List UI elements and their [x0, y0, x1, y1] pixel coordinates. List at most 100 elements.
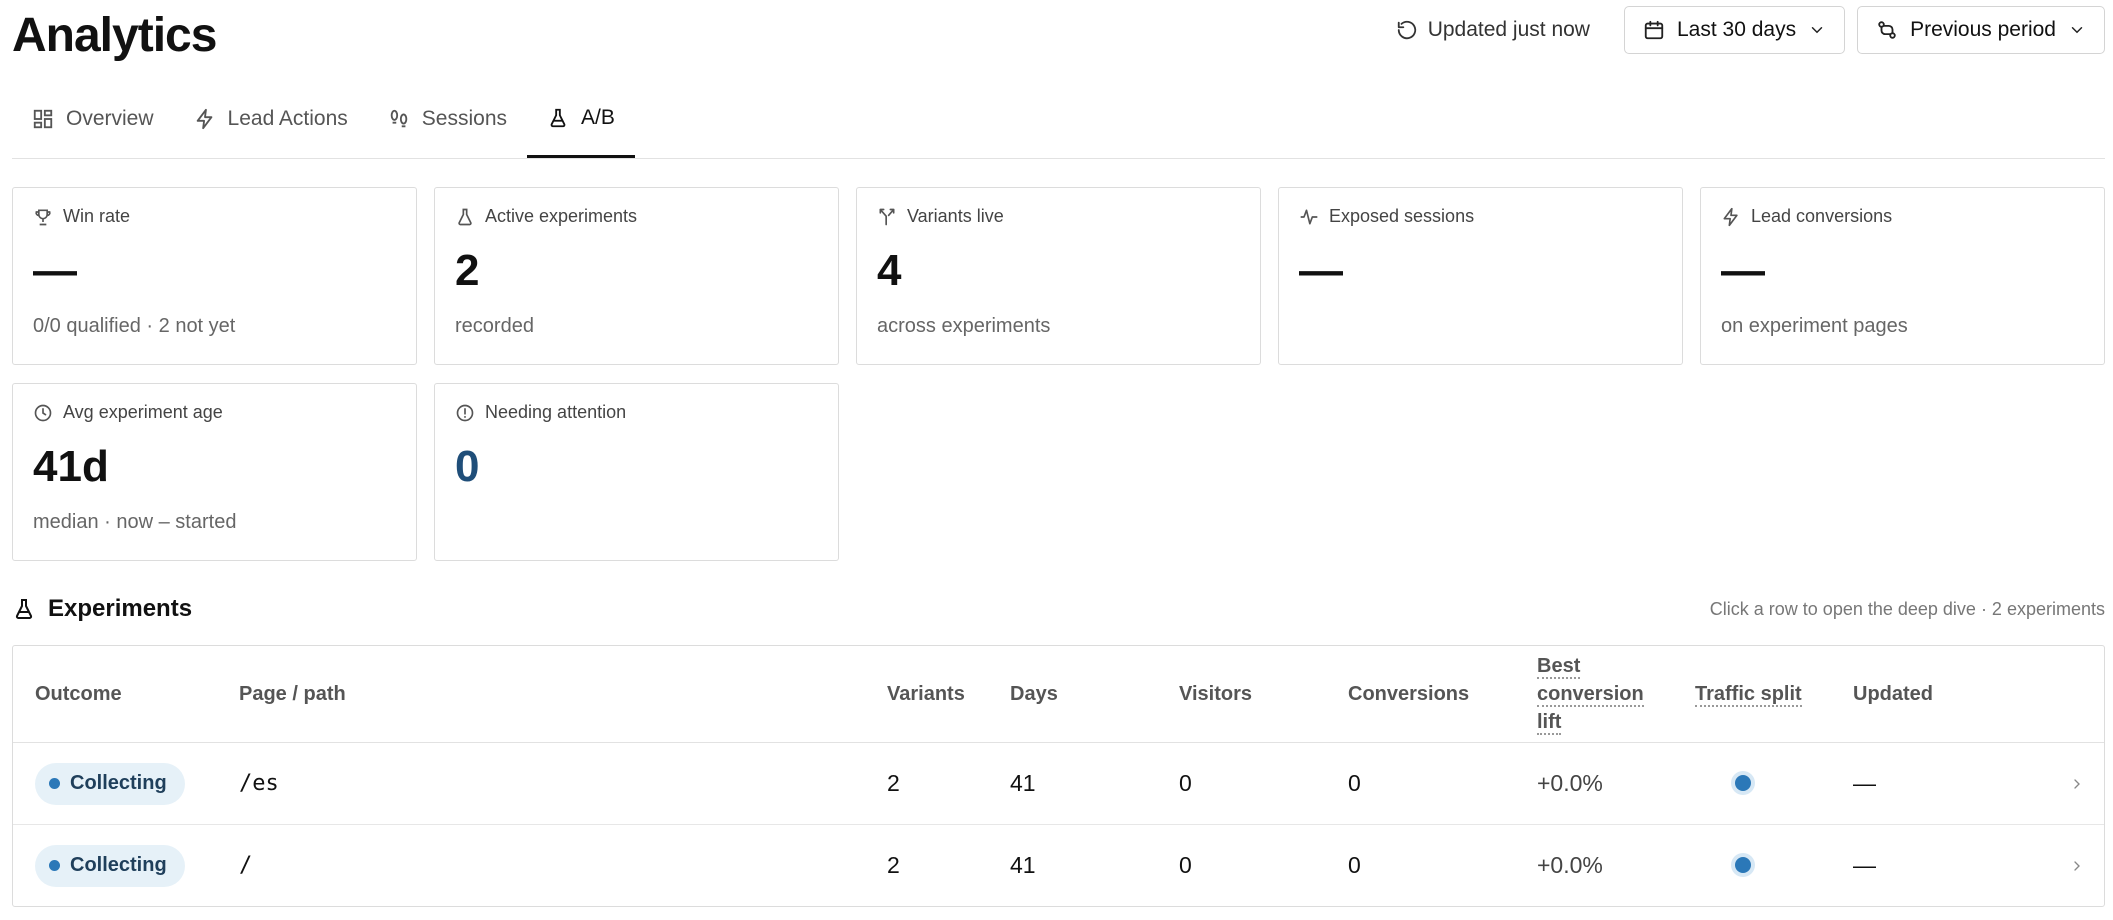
footprints-icon	[388, 108, 410, 130]
experiments-title: Experiments	[12, 595, 192, 623]
col-outcome[interactable]: Outcome	[13, 683, 217, 706]
activity-icon	[1299, 207, 1319, 227]
page-header: Analytics Updated just now Last 30 days	[12, 0, 2105, 80]
kpi-card-lead-conversions: Lead conversions — on experiment pages	[1700, 187, 2105, 365]
refresh-icon	[1396, 19, 1418, 41]
table-row[interactable]: Collecting / 2 41 0 0 +0.0% —	[13, 825, 2104, 906]
analytics-page: Analytics Updated just now Last 30 days	[12, 0, 2105, 907]
tab-ab[interactable]: A/B	[527, 80, 635, 158]
tab-label: Lead Actions	[227, 107, 348, 130]
kpi-label: Needing attention	[485, 402, 627, 422]
tab-label: Sessions	[421, 107, 508, 130]
col-traffic-split-label: Traffic split	[1695, 683, 1802, 707]
tab-label: A/B	[581, 105, 615, 129]
date-range-button[interactable]: Last 30 days	[1623, 6, 1846, 54]
grid-icon	[32, 108, 54, 130]
tab-label: Overview	[66, 107, 154, 130]
refresh-status[interactable]: Updated just now	[1396, 18, 1590, 42]
status-dot	[49, 778, 60, 789]
chevron-right-icon	[2050, 858, 2104, 874]
chevron-down-icon	[2068, 21, 2086, 39]
compare-period-label: Previous period	[1910, 18, 2056, 41]
traffic-split-dot	[1735, 857, 1751, 873]
tab-bar: Overview Lead Actions Sessions A/B	[12, 80, 2105, 159]
tab-overview[interactable]: Overview	[12, 80, 174, 158]
days-cell: 41	[1010, 852, 1036, 878]
header-controls: Updated just now Last 30 days Previous p…	[1396, 6, 2105, 54]
kpi-card-exposed-sessions: Exposed sessions —	[1278, 187, 1683, 365]
bolt-icon	[1721, 207, 1741, 227]
chevron-down-icon	[1808, 21, 1826, 39]
flask-icon	[12, 597, 36, 621]
traffic-split-cell	[1673, 852, 1831, 879]
kpi-sub: median · now – started	[33, 511, 237, 534]
tab-sessions[interactable]: Sessions	[368, 80, 527, 158]
updated-cell: —	[1853, 852, 1876, 878]
kpi-card-avg-experiment-age: Avg experiment age 41d median · now – st…	[12, 383, 417, 561]
calendar-icon	[1643, 19, 1665, 41]
table-header-row: Outcome Page / path Variants Days Visito…	[13, 646, 2104, 743]
tab-lead-actions[interactable]: Lead Actions	[174, 80, 368, 158]
kpi-label: Lead conversions	[1751, 206, 1893, 226]
kpi-value: —	[1299, 246, 1343, 295]
kpi-card-needing-attention: Needing attention 0	[434, 383, 839, 561]
col-conversions[interactable]: Conversions	[1326, 683, 1515, 706]
path-cell: /es	[239, 771, 279, 796]
status-badge: Collecting	[35, 762, 185, 805]
status-label: Collecting	[70, 854, 167, 876]
col-days[interactable]: Days	[988, 683, 1157, 706]
clock-icon	[33, 403, 53, 423]
kpi-grid-row-2: Avg experiment age 41d median · now – st…	[12, 383, 2105, 561]
experiments-table: Outcome Page / path Variants Days Visito…	[12, 645, 2105, 907]
kpi-sub: on experiment pages	[1721, 315, 1908, 338]
trophy-icon	[33, 207, 53, 227]
kpi-value: 0	[455, 442, 480, 491]
compare-period-button[interactable]: Previous period	[1857, 6, 2105, 54]
kpi-label: Active experiments	[485, 206, 638, 226]
col-page[interactable]: Page / path	[217, 683, 865, 706]
visitors-cell: 0	[1179, 770, 1192, 796]
kpi-value: 4	[877, 246, 902, 295]
outcome-cell: Collecting	[13, 844, 217, 887]
col-best-lift-line1: Best conversion	[1537, 655, 1644, 707]
visitors-cell: 0	[1179, 852, 1192, 878]
outcome-cell: Collecting	[13, 762, 217, 805]
col-updated[interactable]: Updated	[1831, 683, 2050, 706]
days-cell: 41	[1010, 770, 1036, 796]
chevron-right-icon	[2050, 776, 2104, 792]
section-title-text: Experiments	[48, 595, 193, 622]
status-label: Collecting	[70, 772, 167, 794]
table-row[interactable]: Collecting /es 2 41 0 0 +0.0% —	[13, 743, 2104, 825]
conversions-cell: 0	[1348, 852, 1361, 878]
compare-icon	[1876, 19, 1898, 41]
col-visitors[interactable]: Visitors	[1157, 683, 1326, 706]
status-badge: Collecting	[35, 844, 185, 887]
col-best-lift[interactable]: Best conversion lift	[1515, 652, 1673, 736]
alert-circle-icon	[455, 403, 475, 423]
split-icon	[877, 207, 897, 227]
kpi-label: Variants live	[907, 206, 1004, 226]
kpi-value: 2	[455, 246, 480, 295]
kpi-label: Avg experiment age	[63, 402, 223, 422]
traffic-split-dot	[1735, 775, 1751, 791]
kpi-value: 41d	[33, 442, 109, 491]
kpi-label: Exposed sessions	[1329, 206, 1475, 226]
experiments-header: Experiments Click a row to open the deep…	[12, 589, 2105, 629]
lift-cell: +0.0%	[1537, 852, 1603, 878]
traffic-split-cell	[1673, 770, 1831, 797]
kpi-value: —	[33, 246, 77, 295]
kpi-card-variants-live: Variants live 4 across experiments	[856, 187, 1261, 365]
col-traffic-split[interactable]: Traffic split	[1673, 680, 1831, 708]
flask-icon	[547, 107, 569, 129]
kpi-label: Win rate	[63, 206, 131, 226]
kpi-grid: Win rate — 0/0 qualified · 2 not yet Act…	[12, 187, 2105, 365]
lift-cell: +0.0%	[1537, 770, 1603, 796]
experiments-hint: Click a row to open the deep dive · 2 ex…	[1709, 598, 2105, 619]
variants-cell: 2	[887, 852, 900, 878]
kpi-sub: recorded	[455, 315, 534, 338]
col-variants[interactable]: Variants	[865, 683, 988, 706]
kpi-sub: 0/0 qualified · 2 not yet	[33, 315, 236, 338]
kpi-card-win-rate: Win rate — 0/0 qualified · 2 not yet	[12, 187, 417, 365]
col-best-lift-line2: lift	[1537, 711, 1562, 735]
path-cell: /	[239, 853, 253, 878]
